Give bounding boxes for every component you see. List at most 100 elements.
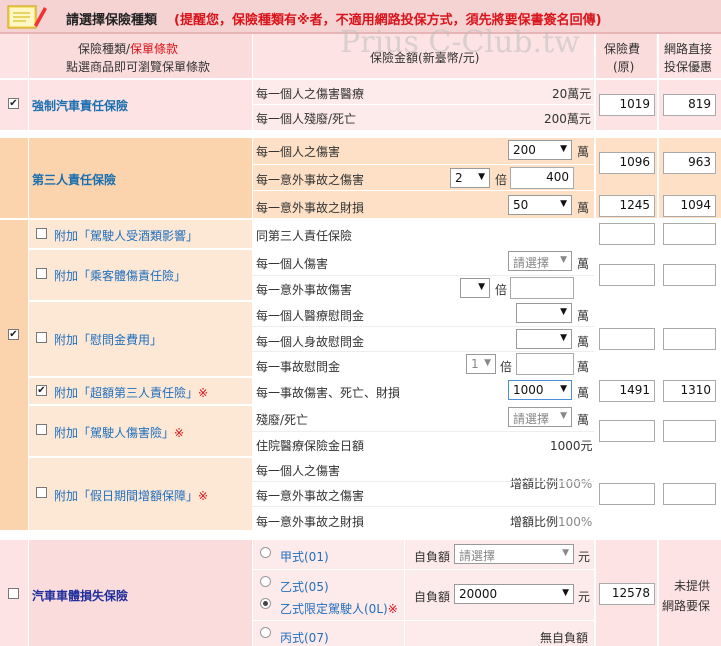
addon-holiday-link[interactable]: 附加「假日期間增額保障」※ [54, 487, 208, 504]
third-party-link[interactable]: 第三人責任保險 [32, 171, 116, 188]
addon-holiday-item2: 每一意外事故之傷害 [256, 489, 365, 503]
unit-wan-e1: 萬 [577, 386, 590, 400]
addon-consolation-item1: 每一個人醫療慰問金 [256, 309, 365, 323]
vehicle-opt1-radio[interactable] [260, 547, 271, 558]
addon-consolation-item2: 每一個人身故慰問金 [256, 335, 365, 349]
addon-driver-select1[interactable]: 請選擇 ▼ [508, 407, 572, 427]
addon-consolation-select1[interactable]: ▼ [516, 303, 572, 323]
third-party-premium1[interactable]: 1096 [599, 152, 655, 174]
compulsory-net[interactable]: 819 [663, 94, 716, 116]
vehicle-opt2-radio[interactable] [260, 576, 271, 587]
bei-label-p2: 倍 [495, 283, 508, 297]
addon-holiday-checkbox[interactable] [36, 487, 47, 498]
col-type-hint: 點選商品即可瀏覽保單條款 [66, 60, 211, 74]
unit-wan-p1: 萬 [577, 257, 590, 271]
unit-wan-3: 萬 [577, 201, 590, 215]
addon-excess-checkbox[interactable]: ✔ [36, 385, 47, 396]
addon-drunk-link[interactable]: 附加「駕駛人受酒類影響」 [54, 227, 198, 244]
third-party-select3[interactable]: 50 ▼ [508, 195, 572, 215]
col-net-sub: 投保優惠 [664, 60, 713, 74]
vehicle-opt3-radio[interactable] [260, 598, 271, 609]
compulsory-premium[interactable]: 1019 [599, 94, 655, 116]
vehicle-opt4-radio[interactable] [260, 627, 271, 638]
unit-wan-c3: 萬 [577, 360, 590, 374]
addon-consolation-checkbox[interactable] [36, 332, 47, 343]
bei-label-1: 倍 [495, 173, 508, 187]
unit-yuan-1: 元 [578, 550, 591, 564]
addon-passenger-input2[interactable] [510, 277, 574, 299]
third-party-item1: 每一個人之傷害 [256, 145, 341, 159]
addon-drunk-checkbox[interactable] [36, 228, 47, 239]
addon-driver-checkbox[interactable] [36, 424, 47, 435]
unit-wan-1: 萬 [577, 145, 590, 159]
vehicle-deductible-select1[interactable]: 請選擇 ▼ [454, 544, 574, 564]
unit-wan-c2: 萬 [577, 335, 590, 349]
addon-passenger-select1[interactable]: 請選擇 ▼ [508, 251, 572, 271]
addon-passenger-checkbox[interactable] [36, 268, 47, 279]
col-premium-label: 保險費 [604, 42, 641, 56]
vehicle-opt4-label[interactable]: 丙式(07) [280, 629, 329, 646]
addon-excess-premium[interactable]: 1491 [599, 380, 655, 402]
addon-holiday-net[interactable] [663, 483, 716, 505]
third-party-select1[interactable]: 200 ▼ [508, 140, 572, 160]
addon-passenger-link[interactable]: 附加「乘客體傷責任險」 [54, 267, 186, 284]
bei-label-c3: 倍 [500, 360, 513, 374]
col-premium-sub: (原) [613, 60, 635, 74]
unit-wan-c1: 萬 [577, 309, 590, 323]
deductible-label-1: 自負額 [414, 550, 451, 564]
third-party-select2[interactable]: 2 ▼ [450, 168, 490, 188]
addon-consolation-select3[interactable]: 1 ▼ [466, 354, 496, 374]
vehicle-opt1-label[interactable]: 甲式(01) [280, 548, 329, 565]
addon-consolation-item3: 每一事故慰問金 [256, 360, 341, 374]
third-party-net1[interactable]: 963 [663, 152, 716, 174]
addon-passenger-select2[interactable]: ▼ [460, 278, 490, 298]
addon-driver-value2: 1000元 [550, 439, 593, 453]
vehicle-opt3-label[interactable]: 乙式限定駕駛人(0L)※ [280, 600, 398, 617]
addon-passenger-net[interactable] [663, 264, 716, 286]
unit-wan-d1: 萬 [577, 413, 590, 427]
addon-drunk-net[interactable] [663, 223, 716, 245]
unit-yuan-2: 元 [578, 590, 591, 604]
addon-consolation-input3[interactable] [516, 353, 574, 375]
vehicle-opt2-label[interactable]: 乙式(05) [280, 578, 329, 595]
addon-passenger-item1: 每一個人傷害 [256, 257, 329, 271]
col-net-label: 網路直接 [664, 42, 713, 56]
addon-holiday-item3: 每一意外事故之財損 [256, 515, 365, 529]
vehicle-premium[interactable]: 12578 [599, 583, 655, 605]
third-party-premium3[interactable]: 1245 [599, 195, 655, 217]
addon-driver-item2: 住院醫療保險金日額 [256, 439, 365, 453]
third-party-item2: 每一意外事故之傷害 [256, 173, 365, 187]
watermark: Prius C-Club.tw [340, 25, 580, 60]
notebook-icon [4, 3, 48, 31]
addon-driver-net[interactable] [663, 420, 716, 442]
addon-consolation-premium[interactable] [599, 328, 655, 350]
vehicle-checkbox[interactable] [8, 588, 19, 599]
vehicle-link[interactable]: 汽車車體損失保險 [32, 587, 128, 604]
third-party-net3[interactable]: 1094 [663, 195, 716, 217]
addon-holiday-premium[interactable] [599, 483, 655, 505]
addon-consolation-net[interactable] [663, 328, 716, 350]
compulsory-link[interactable]: 強制汽車責任保險 [32, 97, 128, 114]
compulsory-checkbox[interactable]: ✔ [8, 98, 19, 109]
third-party-item3: 每一意外事故之財損 [256, 201, 365, 215]
vehicle-net-line1: 未提供 [674, 579, 711, 593]
third-party-input2[interactable]: 400 [510, 167, 574, 189]
addon-excess-net[interactable]: 1310 [663, 380, 716, 402]
addon-consolation-select2[interactable]: ▼ [516, 329, 572, 349]
addon-drunk-premium[interactable] [599, 223, 655, 245]
addon-excess-item1: 每一事故傷害、死亡、財損 [256, 386, 401, 400]
addon-driver-link[interactable]: 附加「駕駛人傷害險」※ [54, 424, 184, 441]
addon-holiday-ratio1: 增額比例100% [510, 477, 593, 491]
addon-driver-item1: 殘廢/死亡 [256, 413, 309, 427]
addon-passenger-premium[interactable] [599, 264, 655, 286]
addon-consolation-link[interactable]: 附加「慰問金費用」 [54, 331, 162, 348]
addon-excess-select1[interactable]: 1000 ▼ [508, 380, 572, 400]
compulsory-item1: 每一個人之傷害醫療 [256, 87, 365, 101]
vehicle-net-line2: 網路要保 [662, 599, 711, 613]
col-type-label: 保險種類/保單條款 [78, 42, 179, 56]
addon-driver-premium[interactable] [599, 420, 655, 442]
third-party-group-checkbox[interactable]: ✔ [8, 329, 19, 340]
vehicle-deductible-select2[interactable]: 20000 ▼ [454, 584, 574, 604]
vehicle-no-deductible: 無自負額 [540, 631, 589, 645]
addon-excess-link[interactable]: 附加「超額第三人責任險」※ [54, 384, 208, 401]
